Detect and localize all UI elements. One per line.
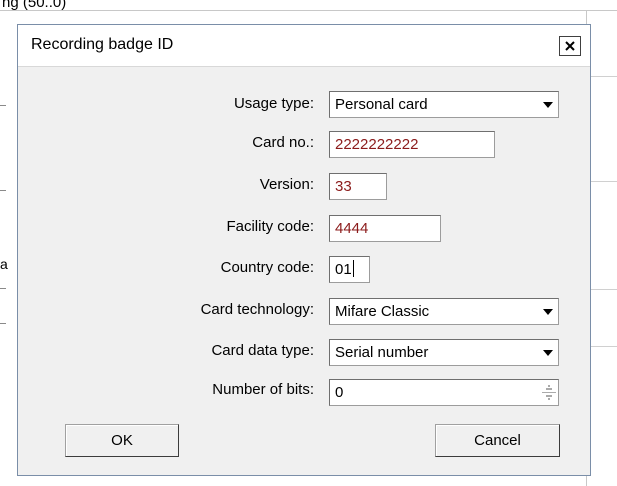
text-caret xyxy=(352,260,354,277)
usage-type-select[interactable]: Personal card xyxy=(329,91,559,118)
background-row-line xyxy=(587,181,617,182)
card-no-input[interactable]: 2222222222 xyxy=(329,131,495,158)
version-input[interactable]: 33 xyxy=(329,173,387,200)
background-tick xyxy=(0,288,6,289)
facility-code-input[interactable]: 4444 xyxy=(329,215,441,242)
number-of-bits-label: Number of bits: xyxy=(212,381,314,398)
dropdown-arrow-icon[interactable] xyxy=(540,344,555,361)
background-row-line xyxy=(587,346,617,347)
background-row-line xyxy=(587,76,617,77)
country-code-value: 01 xyxy=(335,261,352,278)
background-tick xyxy=(0,190,6,191)
background-text-fragment: a xyxy=(0,256,8,272)
card-data-type-select[interactable]: Serial number xyxy=(329,339,559,366)
cancel-button[interactable]: Cancel xyxy=(435,424,560,457)
version-label: Version: xyxy=(259,176,314,193)
dialog-title: Recording badge ID xyxy=(31,36,174,53)
usage-type-value: Personal card xyxy=(335,96,428,113)
number-of-bits-spinbox[interactable]: 0 xyxy=(329,379,559,406)
dropdown-arrow-icon[interactable] xyxy=(540,303,555,320)
country-code-label: Country code: xyxy=(220,259,314,276)
dropdown-arrow-icon[interactable] xyxy=(540,96,555,113)
country-code-input[interactable]: 01 xyxy=(329,256,370,283)
card-data-type-value: Serial number xyxy=(335,344,429,361)
spin-arrows-icon[interactable] xyxy=(542,383,556,402)
usage-type-label: Usage type: xyxy=(233,95,314,112)
card-no-label: Card no.: xyxy=(252,134,314,151)
facility-code-label: Facility code: xyxy=(226,218,314,235)
recording-badge-dialog: Recording badge ID Usage type: Personal … xyxy=(17,24,591,476)
card-technology-select[interactable]: Mifare Classic xyxy=(329,298,559,325)
card-technology-value: Mifare Classic xyxy=(335,303,430,320)
ok-button[interactable]: OK xyxy=(65,424,179,457)
background-row-line xyxy=(587,289,617,290)
card-data-type-label: Card data type: xyxy=(211,342,314,359)
card-technology-label: Card technology: xyxy=(200,301,314,318)
background-divider xyxy=(0,10,617,11)
close-icon xyxy=(565,41,575,51)
background-tick xyxy=(0,105,6,106)
close-button[interactable] xyxy=(559,36,581,56)
dialog-titlebar[interactable]: Recording badge ID xyxy=(18,25,590,67)
background-tick xyxy=(0,323,6,324)
number-of-bits-value: 0 xyxy=(335,384,344,401)
